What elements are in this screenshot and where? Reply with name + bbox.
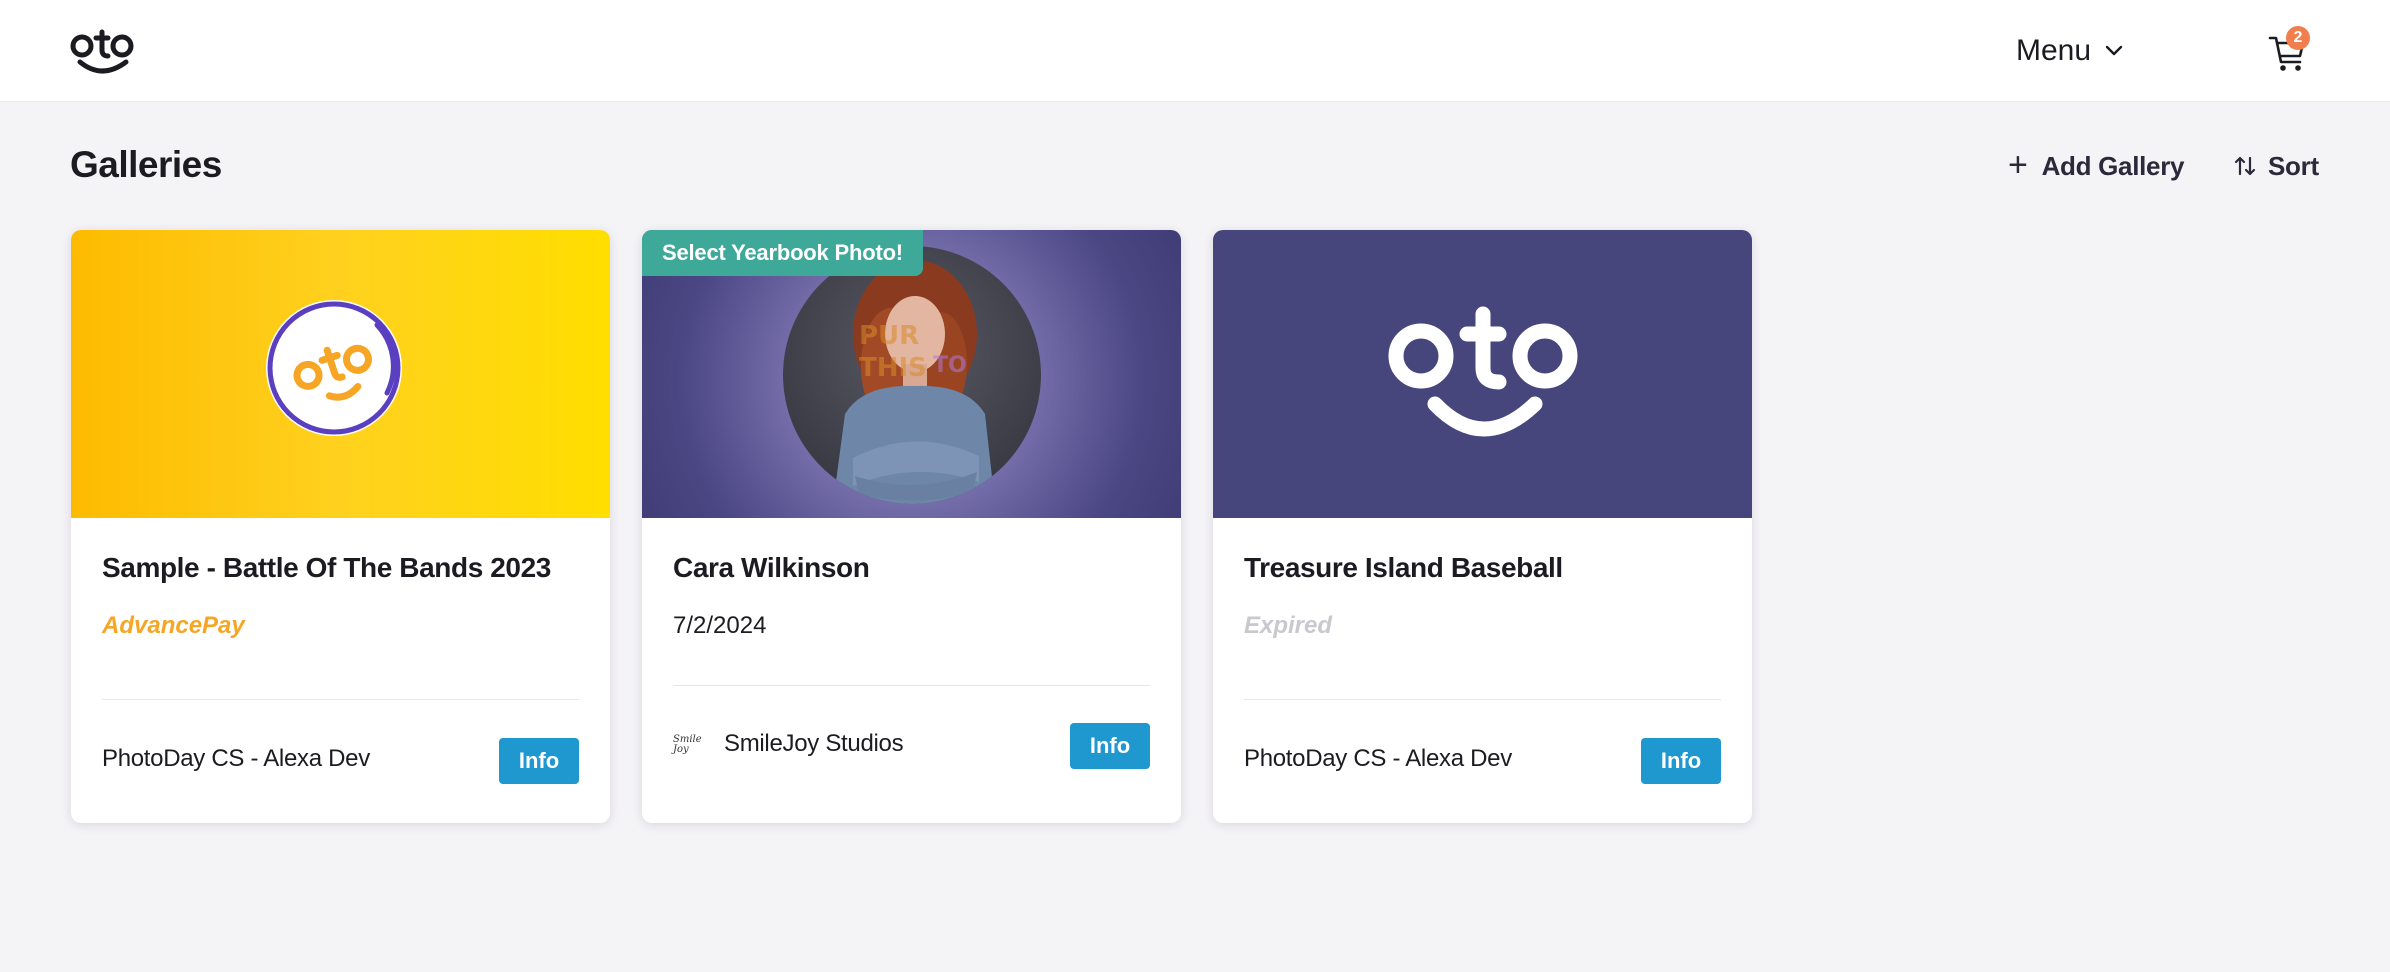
chevron-down-icon [2105, 45, 2123, 56]
add-gallery-button[interactable]: + Add Gallery [2008, 145, 2185, 184]
page-title: Galleries [70, 144, 222, 185]
studio-name: PhotoDay CS - Alexa Dev [1244, 745, 1512, 772]
gallery-card[interactable]: Treasure Island Baseball Expired PhotoDa… [1213, 230, 1752, 823]
gallery-cover-image [71, 230, 610, 518]
gallery-status: AdvancePay [102, 612, 245, 639]
info-button[interactable]: Info [1070, 723, 1150, 769]
top-navigation-bar: Menu 2 [0, 0, 2390, 102]
sort-button[interactable]: Sort [2234, 148, 2319, 184]
oto-circle-logo-icon [266, 300, 402, 436]
gallery-card[interactable]: Sample - Battle Of The Bands 2023 Advanc… [71, 230, 610, 823]
cart-count-badge: 2 [2286, 26, 2310, 50]
portrait-photo-icon: PUR THIS TO [783, 246, 1041, 504]
gallery-status: Expired [1244, 612, 1333, 639]
yearbook-ribbon[interactable]: Select Yearbook Photo! [642, 230, 923, 276]
svg-text:THIS: THIS [859, 353, 927, 383]
oto-logo-icon[interactable] [70, 28, 136, 76]
gallery-title: Treasure Island Baseball [1244, 552, 1563, 583]
svg-text:TO: TO [933, 353, 967, 378]
gallery-title: Sample - Battle Of The Bands 2023 [102, 552, 551, 583]
card-divider [102, 699, 579, 700]
sort-label: Sort [2268, 150, 2319, 181]
studio-logo: Smile Joy [673, 734, 702, 755]
oto-logo-icon [1388, 306, 1578, 437]
info-button[interactable]: Info [1641, 738, 1721, 784]
studio-name: SmileJoy Studios [724, 730, 904, 757]
gallery-title: Cara Wilkinson [673, 552, 870, 583]
add-gallery-label: Add Gallery [2041, 150, 2185, 181]
sort-arrows-icon [2234, 156, 2256, 176]
card-divider [1244, 699, 1721, 700]
gallery-date: 7/2/2024 [673, 612, 767, 639]
svg-text:PUR: PUR [859, 321, 919, 351]
cart-button[interactable]: 2 [2268, 26, 2312, 74]
card-divider [673, 685, 1150, 686]
gallery-card[interactable]: PUR THIS TO Select Yearbook Photo! Cara … [642, 230, 1181, 823]
plus-icon: + [2008, 145, 2028, 184]
menu-label: Menu [2016, 34, 2092, 67]
info-button[interactable]: Info [499, 738, 579, 784]
gallery-cover-image [1213, 230, 1752, 518]
gallery-cover-image: PUR THIS TO Select Yearbook Photo! [642, 230, 1181, 518]
studio-name: PhotoDay CS - Alexa Dev [102, 745, 370, 772]
menu-dropdown-button[interactable]: Menu [2016, 30, 2123, 72]
